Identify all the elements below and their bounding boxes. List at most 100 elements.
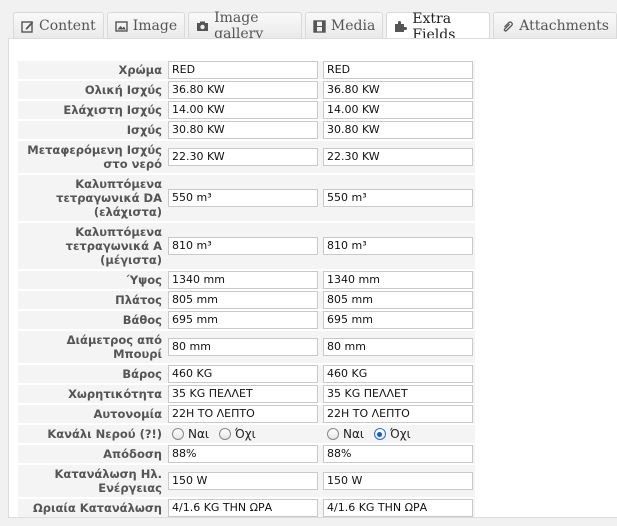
field-input[interactable]: 80 mm	[168, 338, 318, 356]
field-input[interactable]: 30.80 KW	[323, 121, 473, 139]
field-input[interactable]: 80 mm	[323, 338, 473, 356]
field-row: Κανάλι Νερού (?!) Ναι Όχι Ναι Όχι	[18, 425, 475, 443]
field-input[interactable]: 460 KG	[168, 365, 318, 383]
field-row: Ολική Ισχύς 36.80 KW 36.80 KW	[18, 81, 475, 99]
field-cell: 460 KG	[166, 365, 320, 383]
field-cell: 22.30 KW	[166, 141, 320, 173]
puzzle-icon	[394, 20, 408, 33]
field-input[interactable]: 150 W	[168, 472, 318, 490]
edit-icon	[21, 20, 34, 33]
field-input[interactable]: 460 KG	[323, 365, 473, 383]
field-cell: 88%	[320, 445, 475, 463]
radio-label: Ναι	[188, 427, 209, 441]
field-input[interactable]: 22.30 KW	[323, 148, 473, 166]
field-label: Ύψος	[18, 271, 166, 289]
field-input[interactable]: 4/1.6 KG ΤΗΝ ΩΡΑ	[323, 499, 473, 517]
field-input[interactable]: 88%	[168, 445, 318, 463]
field-input[interactable]: 36.80 KW	[168, 81, 318, 99]
field-input[interactable]: 1340 mm	[168, 271, 318, 289]
field-row: Κατανάλωση Ηλ. Ενέργειας 150 W 150 W	[18, 465, 475, 497]
radio-label: Όχι	[234, 427, 256, 441]
field-cell: Ναι Όχι	[166, 425, 320, 443]
field-input[interactable]: 550 m³	[323, 189, 473, 207]
field-row: Βάρος 460 KG 460 KG	[18, 365, 475, 383]
tab-label: Content	[39, 18, 96, 34]
field-input[interactable]: 14.00 KW	[168, 101, 318, 119]
field-input[interactable]: 30.80 KW	[168, 121, 318, 139]
field-input[interactable]: 810 m³	[168, 237, 318, 255]
field-input[interactable]: 35 KG ΠΕΛΛΕΤ	[168, 385, 318, 403]
field-cell: RED	[320, 61, 475, 79]
field-input[interactable]: 805 mm	[168, 291, 318, 309]
field-cell: 695 mm	[320, 311, 475, 329]
radio-yes[interactable]	[327, 428, 339, 440]
field-row: Ελάχιστη Ισχύς 14.00 KW 14.00 KW	[18, 101, 475, 119]
field-input[interactable]: 35 KG ΠΕΛΛΕΤ	[323, 385, 473, 403]
field-label: Βάρος	[18, 365, 166, 383]
field-cell: 30.80 KW	[166, 121, 320, 139]
field-input[interactable]: RED	[323, 61, 473, 79]
field-label: Απόδοση	[18, 445, 166, 463]
gallery-icon	[196, 20, 209, 33]
tab-content[interactable]: Content	[13, 12, 104, 39]
field-input[interactable]: 810 m³	[323, 237, 473, 255]
field-input[interactable]: 695 mm	[323, 311, 473, 329]
field-label: Κανάλι Νερού (?!)	[18, 425, 166, 443]
field-cell: 22H ΤΟ ΛΕΠΤΟ	[320, 405, 475, 423]
field-cell: 810 m³	[320, 223, 475, 269]
field-row: Μεταφερόμενη Ισχύς στο νερό 22.30 KW 22.30…	[18, 141, 475, 173]
field-input[interactable]: RED	[168, 61, 318, 79]
field-label: Διάμετρος από Μπουρί	[18, 331, 166, 363]
field-row: Χωρητικότητα 35 KG ΠΕΛΛΕΤ 35 KG ΠΕΛΛΕΤ	[18, 385, 475, 403]
field-row: Ισχύς 30.80 KW 30.80 KW	[18, 121, 475, 139]
field-cell: Ναι Όχι	[320, 425, 475, 443]
extra-fields-table: Χρώμα RED RED Ολική Ισχύς 36.80 KW 36.80 KW Ελ…	[18, 59, 475, 519]
field-input[interactable]: 36.80 KW	[323, 81, 473, 99]
field-label: Ελάχιστη Ισχύς	[18, 101, 166, 119]
field-input[interactable]: 22H ΤΟ ΛΕΠΤΟ	[168, 405, 318, 423]
field-input[interactable]: 4/1.6 KG ΤΗΝ ΩΡΑ	[168, 499, 318, 517]
field-input[interactable]: 150 W	[323, 472, 473, 490]
field-input[interactable]: 22H ΤΟ ΛΕΠΤΟ	[323, 405, 473, 423]
field-row: Πλάτος 805 mm 805 mm	[18, 291, 475, 309]
field-cell: 80 mm	[320, 331, 475, 363]
tab-image-gallery[interactable]: Image gallery	[188, 10, 302, 42]
tab-extra-fields[interactable]: Extra Fields	[386, 11, 491, 43]
field-input[interactable]: 805 mm	[323, 291, 473, 309]
radio-no[interactable]	[373, 428, 386, 440]
field-label: Ολική Ισχύς	[18, 81, 166, 99]
film-icon	[313, 19, 326, 33]
tab-image[interactable]: Image	[106, 12, 186, 39]
tab-label: Media	[330, 18, 376, 34]
radio-no[interactable]	[218, 428, 231, 440]
tab-label: Attachments	[519, 18, 609, 34]
field-cell: 4/1.6 KG ΤΗΝ ΩΡΑ	[166, 499, 320, 517]
field-cell: 30.80 KW	[320, 121, 475, 139]
field-input[interactable]: 14.00 KW	[323, 101, 473, 119]
radio-yes[interactable]	[172, 428, 184, 440]
tab-media[interactable]: Media	[304, 12, 384, 39]
field-input[interactable]: 88%	[323, 445, 473, 463]
field-row: Αυτονομία 22H ΤΟ ΛΕΠΤΟ 22H ΤΟ ΛΕΠΤΟ	[18, 405, 475, 423]
field-cell: 35 KG ΠΕΛΛΕΤ	[320, 385, 475, 403]
field-row: Καλυπτόμενα τετραγωνικά A (μέγιστα) 810 m…	[18, 223, 475, 269]
field-label: Ισχύς	[18, 121, 166, 139]
field-cell: 150 W	[166, 465, 320, 497]
field-input[interactable]: 22.30 KW	[168, 148, 318, 166]
field-cell: 1340 mm	[320, 271, 475, 289]
field-input[interactable]: 695 mm	[168, 311, 318, 329]
field-cell: 35 KG ΠΕΛΛΕΤ	[166, 385, 320, 403]
radio-label: Ναι	[343, 427, 364, 441]
field-label: Χωρητικότητα	[18, 385, 166, 403]
field-cell: 460 KG	[320, 365, 475, 383]
field-cell: 36.80 KW	[166, 81, 320, 99]
field-label: Καλυπτόμενα τετραγωνικά A (μέγιστα)	[18, 223, 166, 269]
field-cell: 22H ΤΟ ΛΕΠΤΟ	[166, 405, 320, 423]
field-input[interactable]: 550 m³	[168, 189, 318, 207]
field-row: Καλυπτόμενα τετραγωνικά DA (ελάχιστα) 550…	[18, 175, 475, 221]
tab-bar: Content Image Image gallery Media Extra Fiel…	[13, 10, 617, 43]
field-input[interactable]: 1340 mm	[323, 271, 473, 289]
field-cell: 80 mm	[166, 331, 320, 363]
field-label: Ωριαία Κατανάλωση	[18, 499, 166, 517]
tab-attachments[interactable]: Attachments	[493, 12, 617, 39]
